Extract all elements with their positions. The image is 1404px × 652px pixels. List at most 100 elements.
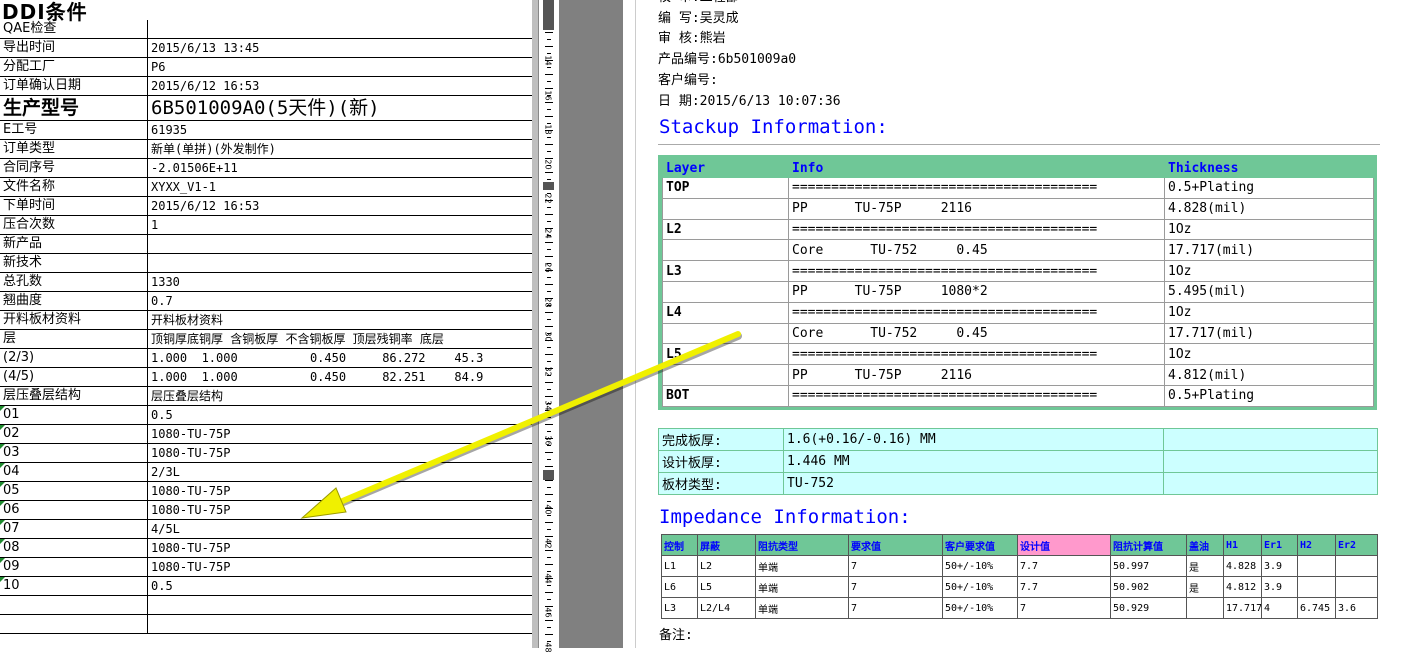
stackup-cell[interactable]: 1Oz (1164, 260, 1374, 282)
sheet-cell-label[interactable]: 压合次数 (0, 215, 148, 235)
stackup-cell[interactable]: Core TU-752 0.45 (788, 322, 1165, 345)
sheet-cell-label[interactable]: 02 (0, 424, 148, 444)
stackup-cell[interactable]: Core TU-752 0.45 (788, 239, 1165, 262)
sheet-cell-value[interactable]: 1080-TU-75P (147, 557, 532, 577)
finish-value[interactable]: TU-752 (783, 472, 1164, 495)
sheet-cell-value[interactable]: 2015/6/13 13:45 (147, 38, 532, 58)
sheet-cell-label[interactable]: 订单确认日期 (0, 76, 148, 96)
stackup-cell[interactable]: 17.717(mil) (1164, 322, 1374, 345)
document-page[interactable]: 校 审:工程部编 写:吴灵成审 核:熊岩产品编号:6b501009a0 客户编号:… (623, 0, 1404, 648)
sheet-cell-label[interactable]: 新技术 (0, 253, 148, 273)
sheet-cell-value[interactable]: 1.000 1.000 0.450 86.272 45.3 (147, 348, 532, 368)
sheet-cell-label[interactable] (0, 614, 148, 634)
stackup-cell[interactable]: 4.828(mil) (1164, 197, 1374, 220)
stackup-cell[interactable]: 1Oz (1164, 301, 1374, 324)
finish-label[interactable]: 板材类型: (658, 472, 784, 495)
sheet-cell-value[interactable]: 1080-TU-75P (147, 443, 532, 463)
sheet-cell-label[interactable]: 03 (0, 443, 148, 463)
finish-label[interactable]: 完成板厚: (658, 428, 784, 451)
stackup-cell[interactable] (662, 280, 789, 303)
stackup-cell[interactable]: ======================================= (788, 384, 1165, 407)
stackup-cell[interactable]: 17.717(mil) (1164, 239, 1374, 262)
sheet-cell-value[interactable]: 1330 (147, 272, 532, 292)
sheet-cell-value[interactable]: 开料板材资料 (147, 310, 532, 330)
sheet-cell-label[interactable]: 10 (0, 576, 148, 596)
sheet-cell-value[interactable] (147, 253, 532, 273)
finish-empty[interactable] (1163, 450, 1378, 473)
impedance-cell[interactable]: 单端 (755, 576, 849, 598)
sheet-cell-label[interactable]: 新产品 (0, 234, 148, 254)
sheet-cell-value[interactable]: 2015/6/12 16:53 (147, 196, 532, 216)
finish-empty[interactable] (1163, 428, 1378, 451)
sheet-cell-value[interactable]: -2.01506E+11 (147, 158, 532, 178)
sheet-cell-value[interactable]: 61935 (147, 120, 532, 140)
stackup-cell[interactable]: PP TU-75P 2116 (788, 197, 1165, 220)
sheet-cell-label[interactable]: E工号 (0, 120, 148, 140)
impedance-cell[interactable]: 4.812 (1223, 576, 1262, 598)
sheet-cell-value[interactable]: 新单(单拼)(外发制作) (147, 139, 532, 159)
impedance-cell[interactable]: 4.828 (1223, 555, 1262, 577)
impedance-cell[interactable]: 单端 (755, 597, 849, 619)
sheet-cell-value[interactable]: 0.5 (147, 405, 532, 425)
impedance-cell[interactable] (1297, 576, 1336, 598)
sheet-cell-value[interactable]: 层压叠层结构 (147, 386, 532, 406)
impedance-cell[interactable]: 7.7 (1017, 576, 1111, 598)
sheet-cell-value[interactable] (147, 595, 532, 615)
impedance-cell[interactable]: 是 (1186, 555, 1224, 577)
sheet-cell-value[interactable]: 4/5L (147, 519, 532, 539)
sheet-cell-label[interactable]: 07 (0, 519, 148, 539)
stackup-cell[interactable]: 0.5+Plating (1164, 177, 1374, 199)
sheet-cell-value[interactable]: 2/3L (147, 462, 532, 482)
impedance-cell[interactable]: L5 (697, 576, 756, 598)
sheet-cell-label[interactable]: (2/3) (0, 348, 148, 368)
impedance-cell[interactable]: L3 (661, 597, 698, 619)
stackup-cell[interactable]: 1Oz (1164, 343, 1374, 366)
finish-value[interactable]: 1.6(+0.16/-0.16) MM (783, 428, 1164, 451)
stackup-cell[interactable]: L5 (662, 343, 789, 366)
sheet-cell-label[interactable]: 总孔数 (0, 272, 148, 292)
sheet-cell-label[interactable]: 生产型号 (0, 95, 148, 121)
stackup-cell[interactable]: PP TU-75P 1080*2 (788, 280, 1165, 303)
impedance-cell[interactable]: L2 (697, 555, 756, 577)
finish-value[interactable]: 1.446 MM (783, 450, 1164, 473)
impedance-cell[interactable]: 17.717 (1223, 597, 1262, 619)
stackup-cell[interactable]: ======================================= (788, 301, 1165, 324)
stackup-cell[interactable]: ======================================= (788, 218, 1165, 241)
sheet-cell-label[interactable]: 开料板材资料 (0, 310, 148, 330)
impedance-cell[interactable]: 3.9 (1261, 576, 1298, 598)
impedance-cell[interactable]: 50+/-10% (942, 576, 1018, 598)
stackup-cell[interactable]: 4.812(mil) (1164, 364, 1374, 386)
stackup-cell[interactable] (662, 239, 789, 262)
sheet-cell-label[interactable] (0, 595, 148, 615)
sheet-cell-value[interactable]: 顶铜厚底铜厚 含铜板厚 不含铜板厚 顶层残铜率 底层 (147, 329, 532, 349)
stackup-cell[interactable]: ======================================= (788, 260, 1165, 282)
sheet-cell-value[interactable]: 2015/6/12 16:53 (147, 76, 532, 96)
impedance-cell[interactable]: 7 (848, 576, 943, 598)
sheet-cell-label[interactable]: 下单时间 (0, 196, 148, 216)
impedance-cell[interactable]: 是 (1186, 576, 1224, 598)
sheet-cell-value[interactable]: 1080-TU-75P (147, 500, 532, 520)
sheet-cell-label[interactable]: 04 (0, 462, 148, 482)
stackup-cell[interactable]: L2 (662, 218, 789, 241)
impedance-cell[interactable]: 7 (848, 555, 943, 577)
sheet-cell-value[interactable]: 1080-TU-75P (147, 481, 532, 501)
impedance-cell[interactable]: 50+/-10% (942, 555, 1018, 577)
impedance-cell[interactable]: 3.9 (1261, 555, 1298, 577)
impedance-cell[interactable] (1335, 576, 1378, 598)
sheet-cell-label[interactable]: 01 (0, 405, 148, 425)
sheet-cell-value[interactable] (147, 614, 532, 634)
impedance-cell[interactable]: L1 (661, 555, 698, 577)
sheet-cell-label[interactable]: 文件名称 (0, 177, 148, 197)
finish-empty[interactable] (1163, 472, 1378, 495)
sheet-cell-value[interactable]: 0.5 (147, 576, 532, 596)
stackup-cell[interactable]: ======================================= (788, 177, 1165, 199)
sheet-cell-label[interactable]: 订单类型 (0, 139, 148, 159)
impedance-cell[interactable]: 6.745 (1297, 597, 1336, 619)
impedance-cell[interactable]: 50.902 (1110, 576, 1187, 598)
sheet-cell-label[interactable]: QAE检查 (0, 20, 148, 39)
stackup-cell[interactable] (662, 322, 789, 345)
impedance-cell[interactable]: 7 (1017, 597, 1111, 619)
stackup-cell[interactable]: L3 (662, 260, 789, 282)
sheet-cell-label[interactable]: (4/5) (0, 367, 148, 387)
impedance-cell[interactable] (1335, 555, 1378, 577)
